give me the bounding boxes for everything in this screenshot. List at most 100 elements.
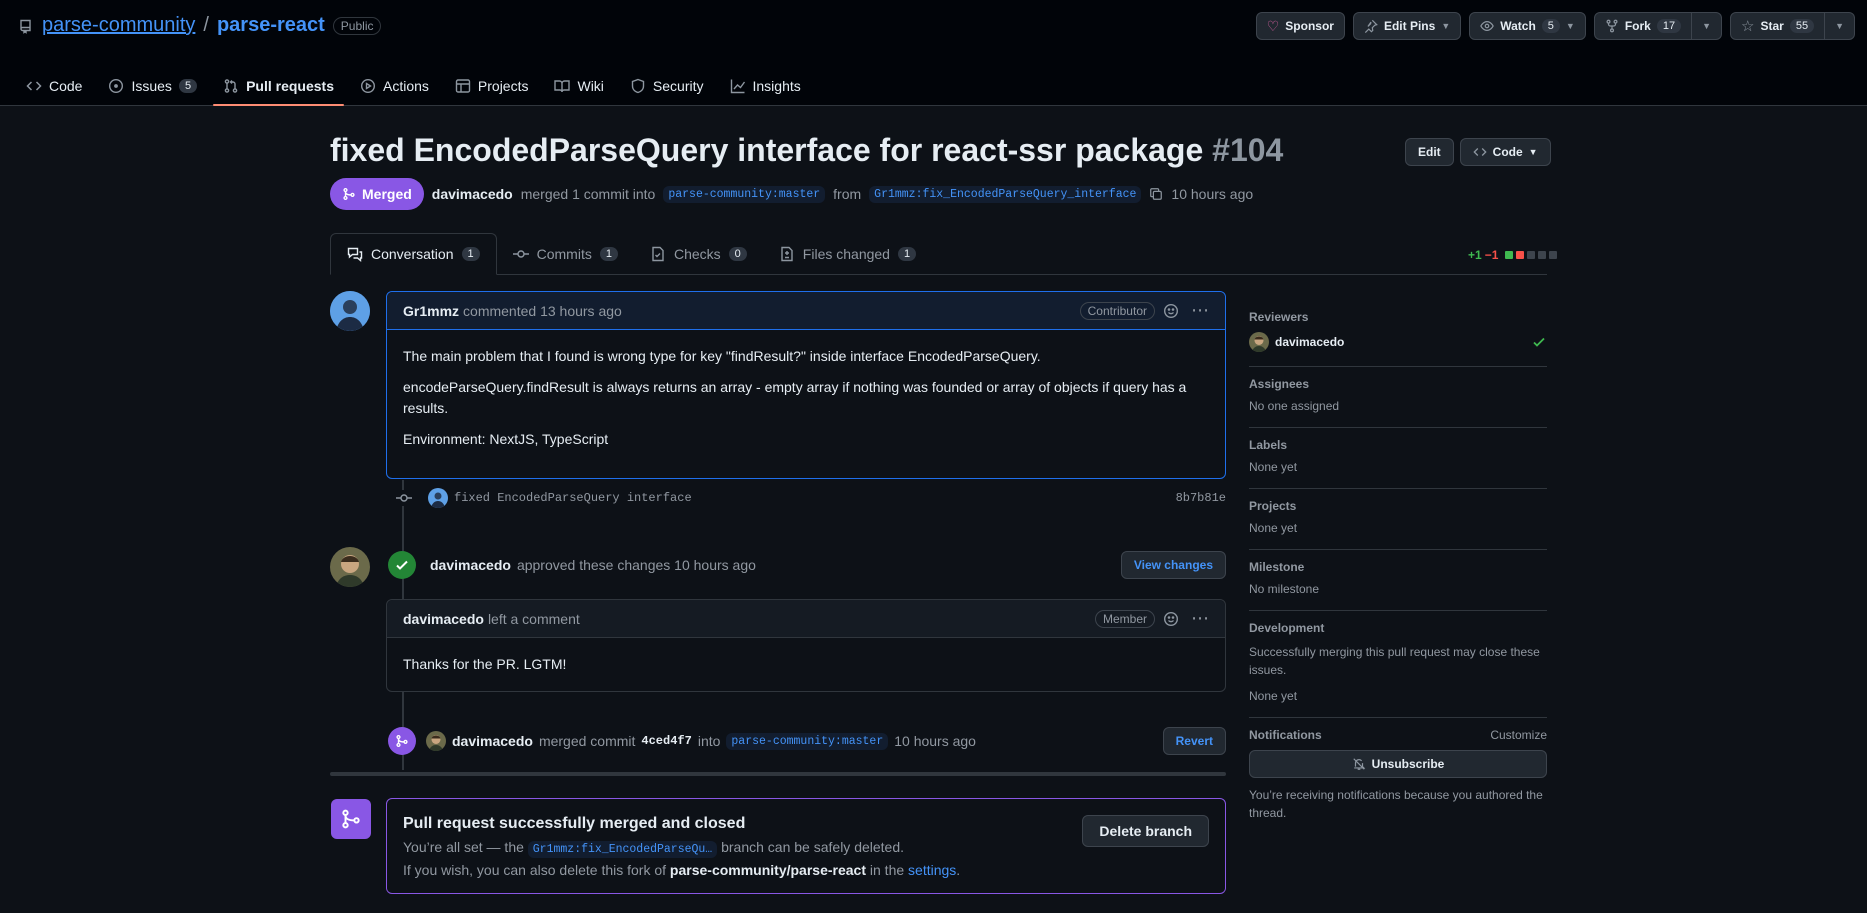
diffstat-block-add — [1505, 251, 1514, 259]
repo-owner-link[interactable]: parse-community — [42, 14, 195, 37]
commit-icon — [512, 246, 529, 262]
merge-branch-link[interactable]: parse-community:master — [726, 732, 889, 750]
reviewer-name[interactable]: davimacedo — [1275, 335, 1344, 349]
code-dropdown-button[interactable]: Code ▼ — [1459, 138, 1551, 166]
tab-commits[interactable]: Commits 1 — [497, 233, 634, 274]
tab-label: Code — [49, 78, 83, 94]
eye-icon — [1480, 19, 1495, 33]
diffstat: +1 −1 — [1468, 248, 1558, 262]
kebab-horizontal-icon[interactable]: ⋯ — [1191, 608, 1209, 629]
tab-conversation[interactable]: Conversation 1 — [330, 233, 497, 275]
repo-name-link[interactable]: parse-react — [217, 14, 325, 37]
check-icon — [388, 551, 416, 579]
fork-label: Fork — [1624, 19, 1651, 33]
tab-label: Insights — [752, 78, 801, 94]
sponsor-button[interactable]: ♡ Sponsor — [1255, 12, 1345, 40]
tab-issues[interactable]: Issues 5 — [98, 66, 207, 106]
head-branch-link[interactable]: Gr1mmz:fix_EncodedParseQu… — [527, 841, 718, 858]
file-diff-icon — [779, 246, 795, 262]
merge-icon — [342, 187, 356, 201]
table-icon — [455, 78, 471, 94]
tab-projects[interactable]: Projects — [445, 66, 539, 106]
fork-repo-name: parse-community/parse-react — [669, 862, 866, 878]
kebab-horizontal-icon[interactable]: ⋯ — [1191, 300, 1209, 321]
tab-code[interactable]: Code — [16, 66, 92, 106]
repo-icon — [18, 18, 34, 34]
merge-status-box: Pull request successfully merged and clo… — [386, 798, 1226, 894]
commit-message-link[interactable]: fixed EncodedParseQuery interface — [454, 491, 692, 505]
delete-branch-button[interactable]: Delete branch — [1082, 815, 1209, 847]
avatar[interactable] — [330, 547, 370, 587]
merge-event: davimacedo merged commit 4ced4f7 into pa… — [388, 725, 1226, 757]
base-branch-link[interactable]: parse-community:master — [663, 185, 826, 203]
pr-from-text: from — [833, 186, 862, 202]
tab-pull-requests[interactable]: Pull requests — [213, 66, 344, 106]
review-author[interactable]: davimacedo — [430, 557, 511, 573]
issues-count: 5 — [178, 79, 198, 93]
merge-line1-pre: You’re all set — the — [403, 839, 524, 855]
edit-title-button[interactable]: Edit — [1405, 138, 1454, 166]
reviewers-section: Reviewers davimacedo — [1249, 300, 1547, 367]
play-icon — [360, 78, 376, 94]
commit-sha-link[interactable]: 8b7b81e — [1176, 491, 1226, 505]
notifications-section: Notifications Customize Unsubscribe You’… — [1249, 718, 1547, 836]
avatar[interactable] — [428, 488, 448, 508]
unsubscribe-button[interactable]: Unsubscribe — [1249, 750, 1547, 778]
merged-state-label: Merged — [362, 186, 412, 202]
fork-icon — [1605, 19, 1619, 33]
customize-link[interactable]: Customize — [1490, 728, 1547, 742]
merge-author[interactable]: davimacedo — [452, 733, 533, 749]
view-changes-button[interactable]: View changes — [1120, 551, 1226, 579]
tab-actions[interactable]: Actions — [350, 66, 439, 106]
tab-count: 1 — [599, 246, 618, 261]
avatar[interactable] — [330, 291, 370, 331]
pull-request-icon — [223, 78, 239, 94]
comment-author[interactable]: Gr1mmz — [403, 303, 459, 319]
merge-into-text: into — [697, 733, 721, 749]
assignees-section: Assignees No one assigned — [1249, 367, 1547, 428]
sidebar-section-title[interactable]: Projects — [1249, 499, 1547, 513]
watch-button[interactable]: Watch 5 ▼ — [1469, 12, 1586, 40]
sidebar-section-title[interactable]: Development — [1249, 621, 1547, 635]
settings-link[interactable]: settings — [908, 862, 956, 878]
labels-section: Labels None yet — [1249, 428, 1547, 489]
fork-dropdown-button[interactable]: ▼ — [1692, 12, 1723, 40]
watch-count: 5 — [1541, 19, 1560, 33]
tab-files-changed[interactable]: Files changed 1 — [763, 233, 932, 274]
revert-button[interactable]: Revert — [1162, 727, 1226, 755]
development-section: Development Successfully merging this pu… — [1249, 611, 1547, 718]
tab-count: 1 — [897, 246, 917, 261]
repo-header: parse-community / parse-react Public ♡ S… — [0, 0, 1867, 106]
tab-insights[interactable]: Insights — [720, 66, 811, 106]
tab-label: Security — [652, 78, 704, 94]
sidebar-section-title[interactable]: Reviewers — [1249, 310, 1547, 324]
tab-security[interactable]: Security — [620, 66, 714, 106]
fork-button[interactable]: Fork 17 — [1593, 12, 1693, 40]
copy-icon[interactable] — [1149, 187, 1163, 201]
avatar[interactable] — [1249, 332, 1269, 352]
sidebar-section-title: Notifications — [1249, 728, 1322, 742]
merge-commit-sha[interactable]: 4ced4f7 — [641, 734, 691, 748]
star-button[interactable]: ☆ Star 55 — [1730, 12, 1826, 40]
tab-checks[interactable]: Checks 0 — [634, 233, 763, 274]
repo-action-buttons: ♡ Sponsor Edit Pins ▼ Watch 5 ▼ Fork 17 … — [1255, 12, 1855, 40]
pr-author-link[interactable]: davimacedo — [432, 186, 513, 202]
sidebar-section-value: None yet — [1249, 689, 1298, 703]
comment-paragraph: Environment: NextJS, TypeScript — [403, 431, 609, 447]
sidebar-section-title[interactable]: Assignees — [1249, 377, 1547, 391]
sidebar-section-title[interactable]: Milestone — [1249, 560, 1547, 574]
edit-pins-button[interactable]: Edit Pins ▼ — [1352, 12, 1462, 40]
comment-paragraph: Thanks for the PR. LGTM! — [403, 656, 567, 672]
smiley-icon[interactable] — [1163, 611, 1179, 627]
merge-text: merged commit — [538, 733, 636, 749]
sidebar-section-title[interactable]: Labels — [1249, 438, 1547, 452]
head-branch-link[interactable]: Gr1mmz:fix_EncodedParseQuery_interface — [869, 185, 1142, 203]
comment-header: davimacedo left a comment Member ⋯ — [387, 600, 1225, 638]
commit-event: fixed EncodedParseQuery interface 8b7b81… — [396, 488, 1226, 508]
tab-wiki[interactable]: Wiki — [544, 66, 613, 106]
avatar[interactable] — [426, 731, 446, 751]
comment-author[interactable]: davimacedo — [403, 611, 484, 627]
star-dropdown-button[interactable]: ▼ — [1825, 12, 1855, 40]
comment-paragraph: encodeParseQuery.findResult is always re… — [403, 379, 1187, 416]
smiley-icon[interactable] — [1163, 303, 1179, 319]
